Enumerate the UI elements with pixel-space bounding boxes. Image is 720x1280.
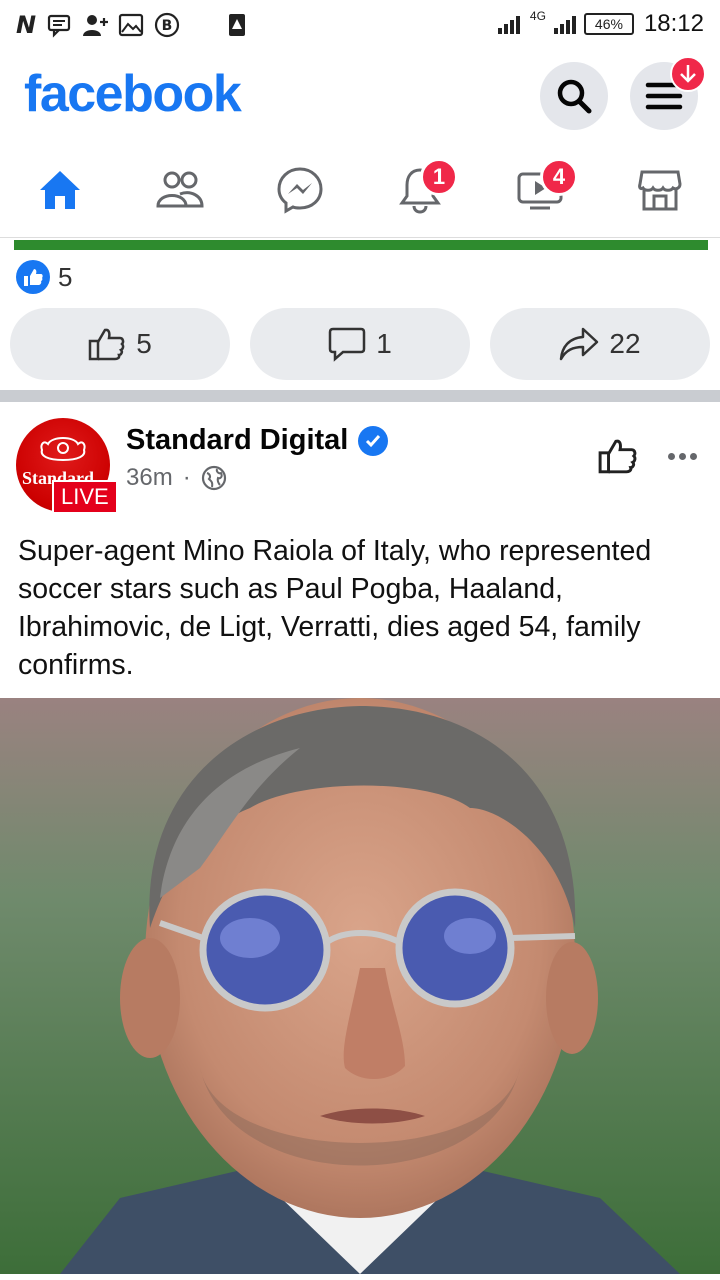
meta-separator: ·	[182, 464, 191, 491]
friends-icon	[156, 171, 204, 208]
post-actions: 5 1 22	[0, 308, 720, 382]
post-text: Super-agent Mino Raiola of Italy, who re…	[18, 535, 652, 681]
update-badge	[670, 56, 706, 92]
tab-marketplace[interactable]	[620, 160, 700, 220]
post-meta: 36m ·	[126, 464, 227, 492]
verified-icon	[358, 425, 389, 456]
add-contact-icon	[83, 15, 109, 36]
dot	[678, 452, 686, 460]
share-icon	[560, 327, 599, 361]
notification-badge: 1	[420, 158, 458, 196]
page-name-row[interactable]: Standard Digital	[126, 424, 389, 457]
b-icon: B	[154, 12, 180, 38]
status-left-icons: N B	[16, 10, 250, 40]
home-icon	[40, 171, 80, 209]
carrier-logo: N	[16, 11, 37, 39]
tab-friends[interactable]	[140, 160, 220, 220]
tab-messenger[interactable]	[260, 160, 340, 220]
signal-icon	[497, 16, 520, 34]
svg-text:B: B	[162, 18, 173, 34]
dot	[667, 452, 675, 460]
gallery-icon	[118, 13, 144, 37]
watch-badge: 4	[540, 158, 578, 196]
tab-notifications[interactable]: 1	[380, 158, 460, 220]
media-progress-line	[14, 240, 708, 250]
comment-count: 1	[376, 328, 392, 359]
page-name[interactable]: Standard Digital	[126, 424, 348, 457]
post-time[interactable]: 36m	[126, 464, 173, 492]
status-bar: N B 4G 46% 18:12	[0, 0, 720, 50]
like-count: 5	[136, 328, 152, 359]
battery-indicator: 46%	[583, 13, 634, 35]
main-nav: 1 4	[0, 142, 720, 238]
share-button[interactable]: 22	[490, 308, 710, 380]
message-icon	[47, 14, 71, 38]
live-badge: LIVE	[52, 480, 118, 514]
comment-icon	[328, 327, 366, 362]
alert-icon	[229, 14, 246, 36]
feed-divider	[0, 390, 720, 402]
search-button[interactable]	[540, 62, 608, 130]
share-count: 22	[609, 328, 641, 359]
portrait-illustration	[0, 698, 720, 1274]
like-reaction-icon	[16, 260, 50, 294]
thumbs-up-icon	[88, 328, 125, 361]
messenger-icon	[277, 167, 323, 214]
reaction-count: 5	[58, 261, 73, 292]
network-type: 4G	[529, 9, 546, 23]
dot	[689, 452, 697, 460]
store-icon	[638, 170, 682, 211]
reactions-summary[interactable]: 5	[16, 258, 72, 296]
globe-icon	[201, 465, 226, 491]
tab-home[interactable]	[20, 160, 100, 220]
menu-button[interactable]	[630, 56, 706, 130]
signal-icon-2	[553, 16, 576, 34]
like-button[interactable]: 5	[10, 308, 230, 380]
arrow-down-icon	[680, 65, 696, 83]
clock: 18:12	[643, 10, 704, 37]
status-right-icons: 4G 46% 18:12	[496, 8, 704, 40]
search-icon	[557, 79, 592, 114]
comment-button[interactable]: 1	[250, 308, 470, 380]
post-image[interactable]	[0, 698, 720, 1274]
tab-watch[interactable]: 4	[500, 158, 580, 220]
post-header: Standard LIVE Standard Digital 36m ·	[0, 402, 720, 522]
thumbs-up-icon	[598, 439, 637, 474]
more-options-button[interactable]	[660, 438, 704, 474]
facebook-logo[interactable]: facebook	[24, 64, 242, 124]
post-like-button[interactable]	[596, 434, 640, 478]
app-header: facebook	[0, 50, 720, 142]
